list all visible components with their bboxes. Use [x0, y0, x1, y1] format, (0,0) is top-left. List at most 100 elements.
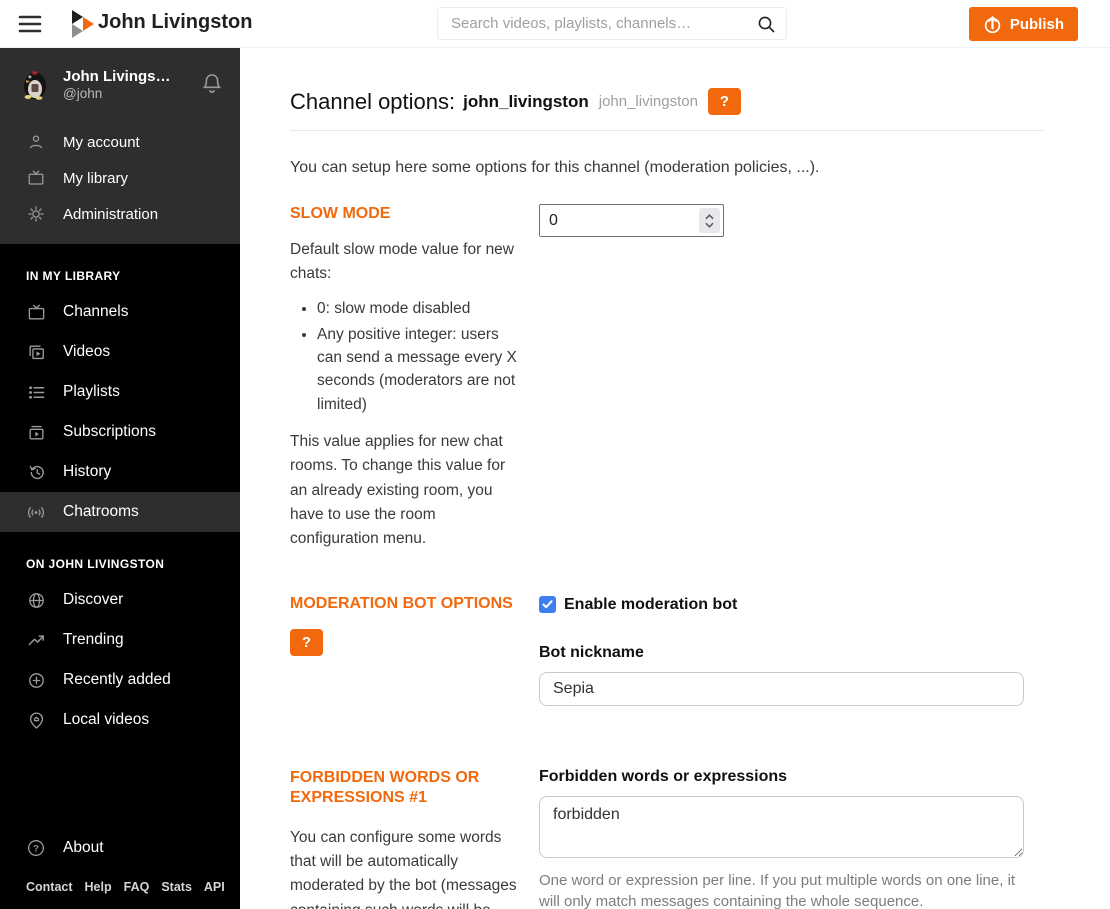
broadcast-icon — [26, 503, 46, 522]
slow-mode-heading: SLOW MODE — [290, 205, 391, 222]
sidebar-item-channels[interactable]: Channels — [0, 292, 240, 332]
title-help-button[interactable]: ? — [707, 88, 741, 115]
sidebar: John Livingston @john My account My libr… — [0, 48, 240, 909]
sidebar-item-chatrooms[interactable]: Chatrooms — [0, 492, 240, 532]
bot-nickname-input[interactable] — [539, 671, 1024, 706]
sidebar-item-recently-added[interactable]: Recently added — [0, 660, 240, 700]
footer-link-stats[interactable]: Stats — [161, 880, 192, 894]
main-content: Channel options: john_livingston john_li… — [240, 48, 1110, 909]
page-title: Channel options: john_livingston john_li… — [290, 88, 1045, 115]
subscriptions-icon — [26, 423, 46, 442]
sidebar-item-administration[interactable]: Administration — [0, 196, 240, 232]
sidebar-item-about[interactable]: ? About — [0, 828, 240, 868]
sidebar-item-trending[interactable]: Trending — [0, 620, 240, 660]
slow-mode-description: Default slow mode value for new chats: — [290, 241, 515, 283]
globe-icon — [26, 591, 46, 610]
forbidden-words-helper: One word or expression per line. If you … — [539, 871, 1016, 909]
notifications-bell-icon[interactable] — [201, 72, 223, 96]
footer-link-faq[interactable]: FAQ — [124, 880, 150, 894]
menu-toggle-icon[interactable] — [18, 13, 44, 35]
sidebar-item-label: Local videos — [63, 711, 150, 728]
sidebar-item-label: My account — [63, 133, 140, 151]
slow-mode-bullet: 0: slow mode disabled — [317, 297, 525, 320]
sidebar-item-label: Recently added — [63, 671, 171, 688]
footer-link-help[interactable]: Help — [85, 880, 112, 894]
sidebar-item-subscriptions[interactable]: Subscriptions — [0, 412, 240, 452]
channel-name: john_livingston — [463, 91, 589, 111]
footer-link-api[interactable]: API — [204, 880, 225, 894]
sidebar-item-label: About — [63, 839, 104, 856]
slow-mode-bullets: 0: slow mode disabled Any positive integ… — [317, 297, 525, 416]
moderation-bot-row: MODERATION BOT OPTIONS ? Enable moderati… — [290, 594, 1045, 706]
sidebar-item-label: My library — [63, 169, 129, 187]
sidebar-item-label: Videos — [63, 343, 111, 360]
intro-text: You can setup here some options for this… — [290, 159, 820, 176]
forbidden-words-label: Forbidden words or expressions — [539, 767, 788, 785]
sidebar-bottom: ? About Contact Help FAQ Stats API — [0, 828, 240, 909]
home-pin-icon — [26, 711, 46, 730]
sidebar-item-videos[interactable]: Videos — [0, 332, 240, 372]
title-divider — [290, 130, 1045, 131]
sidebar-item-local-videos[interactable]: Local videos — [0, 700, 240, 740]
search-input[interactable] — [438, 8, 786, 39]
slow-mode-note: This value applies for new chat rooms. T… — [290, 432, 506, 548]
slow-mode-row: SLOW MODE Default slow mode value for ne… — [290, 204, 1045, 552]
bot-nickname-label: Bot nickname — [539, 643, 644, 661]
slow-mode-input-wrap — [539, 204, 724, 237]
sidebar-item-playlists[interactable]: Playlists — [0, 372, 240, 412]
question-circle-icon: ? — [26, 838, 46, 858]
upload-icon — [983, 15, 1002, 34]
enable-moderation-bot-label[interactable]: Enable moderation bot — [564, 596, 737, 614]
search-icon[interactable] — [757, 15, 776, 39]
account-names: John Livingston @john — [63, 68, 175, 101]
top-header: John Livingston Publish — [0, 0, 1110, 48]
footer-link-contact[interactable]: Contact — [26, 880, 73, 894]
account-display-name: John Livingston — [63, 67, 175, 85]
moderation-bot-heading: MODERATION BOT OPTIONS — [290, 594, 513, 612]
sidebar-item-my-account[interactable]: My account — [0, 124, 240, 160]
moderation-bot-help-button[interactable]: ? — [290, 628, 323, 656]
sidebar-item-label: Administration — [63, 205, 159, 223]
tv-icon — [26, 169, 46, 187]
history-clock-icon — [26, 463, 46, 482]
enable-moderation-bot-checkbox[interactable] — [539, 596, 556, 614]
videos-icon — [26, 343, 46, 362]
library-section-title: IN MY LIBRARY — [26, 269, 121, 283]
playlist-icon — [26, 383, 46, 402]
sidebar-item-history[interactable]: History — [0, 452, 240, 492]
page-title-prefix: Channel options: — [290, 88, 456, 114]
trending-icon — [26, 631, 46, 650]
sidebar-item-label: History — [63, 463, 112, 480]
forbidden-words-textarea[interactable]: forbidden — [539, 795, 1024, 858]
sidebar-item-my-library[interactable]: My library — [0, 160, 240, 196]
search-box — [437, 7, 787, 40]
sidebar-item-label: Subscriptions — [63, 423, 157, 440]
gear-icon — [26, 205, 46, 223]
tv-icon — [26, 303, 46, 322]
account-block[interactable]: John Livingston @john — [0, 48, 240, 120]
svg-text:?: ? — [33, 843, 39, 853]
forbidden-words-description: You can configure some words that will b… — [290, 828, 517, 909]
publish-button-label: Publish — [1009, 15, 1064, 33]
peertube-logo-icon[interactable] — [72, 10, 94, 43]
publish-button[interactable]: Publish — [968, 7, 1078, 41]
forbidden-words-heading: FORBIDDEN WORDS OR EXPRESSIONS #1 — [290, 768, 480, 806]
sidebar-footer-links: Contact Help FAQ Stats API — [0, 868, 240, 909]
number-spinner[interactable] — [699, 208, 720, 233]
sidebar-item-label: Playlists — [63, 383, 120, 400]
sidebar-item-discover[interactable]: Discover — [0, 580, 240, 620]
instance-title[interactable]: John Livingston — [98, 11, 252, 34]
channel-handle: john_livingston — [598, 93, 698, 110]
sidebar-item-label: Chatrooms — [63, 503, 139, 520]
sidebar-item-label: Discover — [63, 591, 124, 608]
sidebar-user-menu: My account My library Administration — [0, 120, 240, 244]
instance-section-title: ON JOHN LIVINGSTON — [26, 557, 165, 571]
sidebar-item-label: Channels — [63, 303, 129, 320]
slow-mode-input[interactable] — [540, 205, 696, 236]
person-icon — [26, 133, 46, 151]
avatar[interactable] — [17, 67, 51, 101]
sidebar-item-label: Trending — [63, 631, 124, 648]
enable-bot-row: Enable moderation bot — [539, 596, 1024, 614]
account-handle: @john — [63, 85, 103, 101]
checkmark-icon — [542, 600, 553, 609]
